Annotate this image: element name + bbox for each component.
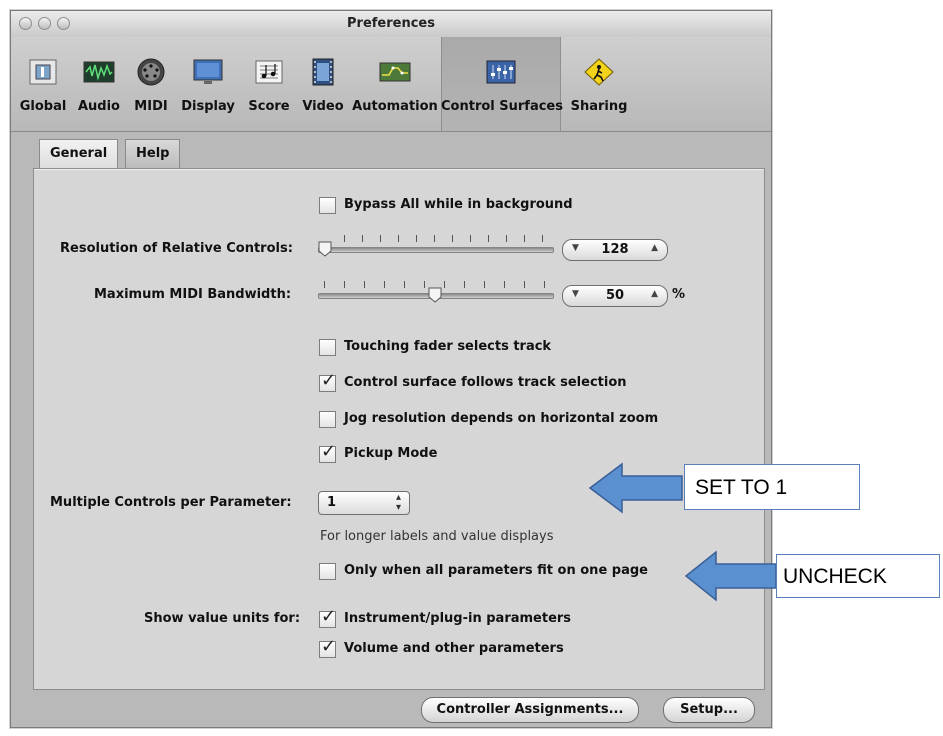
- general-panel: Bypass All while in background Resolutio…: [33, 168, 765, 690]
- display-icon: [193, 59, 223, 84]
- video-icon: [312, 58, 334, 86]
- toolbar-score-label: Score: [248, 99, 290, 114]
- checkmark-icon: ✓: [321, 441, 337, 462]
- units-instrument-checkbox[interactable]: ✓: [319, 607, 336, 628]
- tab-general[interactable]: General: [39, 139, 119, 168]
- toolbar-video-label: Video: [302, 99, 344, 114]
- toolbar-audio[interactable]: Audio: [71, 37, 127, 131]
- toolbar-video[interactable]: Video: [297, 37, 349, 131]
- control-surfaces-icon: [486, 60, 516, 84]
- controller-assignments-button[interactable]: Controller Assignments...: [421, 697, 639, 723]
- units-instrument-label: Instrument/plug-in parameters: [344, 611, 572, 626]
- toolbar-score[interactable]: Score: [241, 37, 297, 131]
- sharing-icon: [584, 58, 614, 86]
- uncheck-callout: UNCHECK: [776, 554, 940, 598]
- bandwidth-label: Maximum MIDI Bandwidth:: [94, 287, 292, 302]
- popup-arrows-icon: ▴ ▾: [395, 492, 401, 513]
- follows-checkbox[interactable]: ✓: [319, 371, 336, 392]
- set-to-1-arrow: [588, 462, 683, 514]
- only-when-checkbox[interactable]: [319, 563, 336, 580]
- resolution-stepper[interactable]: ▼ 128 ▲: [562, 239, 668, 261]
- preferences-toolbar: Global Audio MIDI Display Score Video Au…: [11, 37, 771, 132]
- resolution-slider[interactable]: [318, 231, 554, 261]
- toolbar-display-label: Display: [181, 99, 235, 114]
- toolbar-control-surfaces-label: Control Surfaces: [441, 99, 563, 114]
- bandwidth-stepper[interactable]: ▼ 50 ▲: [562, 285, 668, 307]
- toolbar-sharing[interactable]: Sharing: [561, 37, 637, 131]
- resolution-slider-thumb[interactable]: [318, 241, 332, 257]
- automation-icon: [379, 62, 411, 82]
- multiple-note: For longer labels and value displays: [320, 529, 554, 544]
- toolbar-midi-label: MIDI: [134, 99, 168, 114]
- preferences-window: Preferences Global Audio MIDI Display Sc…: [10, 10, 772, 728]
- jog-label: Jog resolution depends on horizontal zoo…: [344, 411, 659, 426]
- units-volume-checkbox[interactable]: ✓: [319, 637, 336, 658]
- pickup-checkbox[interactable]: ✓: [319, 442, 336, 463]
- checkmark-icon: ✓: [321, 370, 337, 391]
- global-icon: [29, 59, 57, 85]
- audio-icon: [83, 61, 115, 83]
- bandwidth-slider[interactable]: [318, 277, 554, 307]
- bandwidth-slider-thumb[interactable]: [428, 287, 442, 303]
- toolbar-audio-label: Audio: [77, 99, 120, 114]
- bypass-label: Bypass All while in background: [344, 197, 573, 212]
- toolbar-midi[interactable]: MIDI: [127, 37, 175, 131]
- toolbar-automation[interactable]: Automation: [349, 37, 441, 131]
- multiple-label: Multiple Controls per Parameter:: [50, 495, 292, 510]
- increment-icon[interactable]: ▲: [651, 289, 658, 299]
- increment-icon[interactable]: ▲: [651, 243, 658, 253]
- jog-checkbox[interactable]: [319, 411, 336, 428]
- multiple-popup[interactable]: 1 ▴ ▾: [318, 491, 410, 515]
- toolbar-global-label: Global: [19, 99, 67, 114]
- pickup-label: Pickup Mode: [344, 446, 438, 461]
- tab-help-tags[interactable]: Help Tags: [125, 139, 181, 189]
- only-when-label: Only when all parameters fit on one page: [344, 563, 648, 578]
- toolbar-global[interactable]: Global: [15, 37, 71, 131]
- midi-icon: [137, 58, 165, 86]
- checkmark-icon: ✓: [321, 636, 337, 657]
- toolbar-sharing-label: Sharing: [570, 99, 628, 114]
- title-bar[interactable]: Preferences: [11, 11, 771, 38]
- multiple-value: 1: [327, 495, 337, 510]
- score-icon: [255, 60, 283, 84]
- bandwidth-unit: %: [672, 287, 686, 302]
- uncheck-arrow: [684, 550, 777, 602]
- units-volume-label: Volume and other parameters: [344, 641, 564, 656]
- toolbar-display[interactable]: Display: [175, 37, 241, 131]
- touching-label: Touching fader selects track: [344, 339, 552, 354]
- window-title: Preferences: [347, 16, 435, 31]
- resolution-label: Resolution of Relative Controls:: [60, 241, 293, 256]
- touching-checkbox[interactable]: [319, 339, 336, 356]
- follows-label: Control surface follows track selection: [344, 375, 627, 390]
- checkmark-icon: ✓: [321, 606, 337, 627]
- bypass-checkbox[interactable]: [319, 197, 336, 214]
- set-to-1-callout: SET TO 1: [684, 464, 860, 510]
- units-label: Show value units for:: [144, 611, 301, 626]
- toolbar-automation-label: Automation: [352, 99, 438, 114]
- setup-button[interactable]: Setup...: [663, 697, 755, 723]
- toolbar-control-surfaces[interactable]: Control Surfaces: [441, 37, 563, 131]
